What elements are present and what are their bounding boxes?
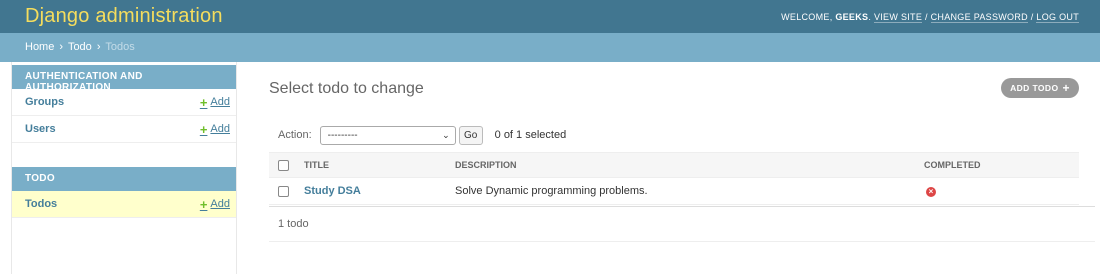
row-title-cell: Study DSA xyxy=(304,185,455,197)
user-tools: Welcome, geeks. View site / Change passw… xyxy=(781,11,1079,23)
plus-icon: + xyxy=(1062,81,1070,95)
site-name[interactable]: Django administration xyxy=(25,5,223,28)
breadcrumb-separator: › xyxy=(59,41,64,53)
add-todo-link[interactable]: + Add xyxy=(200,198,230,211)
plus-icon: + xyxy=(199,196,208,212)
change-password-link[interactable]: Change password xyxy=(930,11,1028,23)
view-site-link[interactable]: View site xyxy=(873,11,923,23)
sidebar-item-users: Users + Add xyxy=(12,116,236,143)
log-out-link[interactable]: Log out xyxy=(1036,11,1079,23)
main-content: Select todo to change Add todo + Action:… xyxy=(269,62,1095,274)
sidebar: Authentication and Authorization Groups … xyxy=(11,62,237,274)
breadcrumb-app[interactable]: Todo xyxy=(68,41,92,53)
chevron-down-icon: ⌄ xyxy=(442,129,450,140)
table-header: Title Description Completed xyxy=(269,152,1079,178)
sidebar-item-label[interactable]: Todos xyxy=(25,198,57,210)
select-all-cell xyxy=(269,159,304,171)
add-user-link[interactable]: + Add xyxy=(200,123,230,136)
module-caption-auth[interactable]: Authentication and Authorization xyxy=(12,65,236,93)
action-label: Action: xyxy=(278,129,312,141)
row-description: Solve Dynamic programming problems. xyxy=(455,185,648,197)
breadcrumb-current: Todos xyxy=(105,41,135,53)
add-todo-button[interactable]: Add todo + xyxy=(1001,78,1079,98)
breadcrumb-separator: › xyxy=(96,41,101,53)
module-caption-todo[interactable]: Todo xyxy=(12,167,236,191)
column-header-completed[interactable]: Completed xyxy=(924,160,1079,170)
column-header-description[interactable]: Description xyxy=(455,160,924,170)
action-selected-value: --------- xyxy=(327,129,358,141)
false-icon: × xyxy=(926,187,936,197)
selection-count: 0 of 1 selected xyxy=(494,129,567,141)
add-label: Add xyxy=(210,123,230,135)
site-header: Django administration Welcome, geeks. Vi… xyxy=(0,0,1100,33)
welcome-text: Welcome, xyxy=(781,11,833,22)
row-completed-cell: × xyxy=(924,185,1079,197)
plus-icon: + xyxy=(199,94,208,110)
action-select[interactable]: --------- ⌄ xyxy=(319,125,456,145)
column-header-title[interactable]: Title xyxy=(304,160,455,170)
sidebar-item-groups: Groups + Add xyxy=(12,89,236,116)
actions-bar: Action: --------- ⌄ Go 0 of 1 selected xyxy=(269,122,1079,148)
sidebar-item-label[interactable]: Groups xyxy=(25,96,64,108)
add-label: Add xyxy=(210,198,230,210)
results-table: Title Description Completed Study DSA So… xyxy=(269,152,1079,205)
table-row: Study DSA Solve Dynamic programming prob… xyxy=(269,178,1079,205)
select-all-checkbox[interactable] xyxy=(278,159,289,171)
username: geeks xyxy=(835,11,869,22)
breadcrumb: Home › Todo › Todos xyxy=(0,33,1100,62)
page-title: Select todo to change xyxy=(269,80,424,97)
add-todo-label: Add todo xyxy=(1010,83,1059,93)
row-checkbox[interactable] xyxy=(278,185,289,197)
todo-title-link[interactable]: Study DSA xyxy=(304,185,361,197)
row-check-cell xyxy=(269,185,304,197)
add-group-link[interactable]: + Add xyxy=(200,96,230,109)
sidebar-item-todos: Todos + Add xyxy=(12,191,236,218)
separator: / xyxy=(924,11,928,22)
sidebar-item-label[interactable]: Users xyxy=(25,123,56,135)
separator: / xyxy=(1030,11,1034,22)
go-button[interactable]: Go xyxy=(458,125,483,145)
breadcrumb-home[interactable]: Home xyxy=(25,41,54,53)
add-label: Add xyxy=(210,96,230,108)
paginator: 1 todo xyxy=(269,206,1095,242)
plus-icon: + xyxy=(199,121,208,137)
